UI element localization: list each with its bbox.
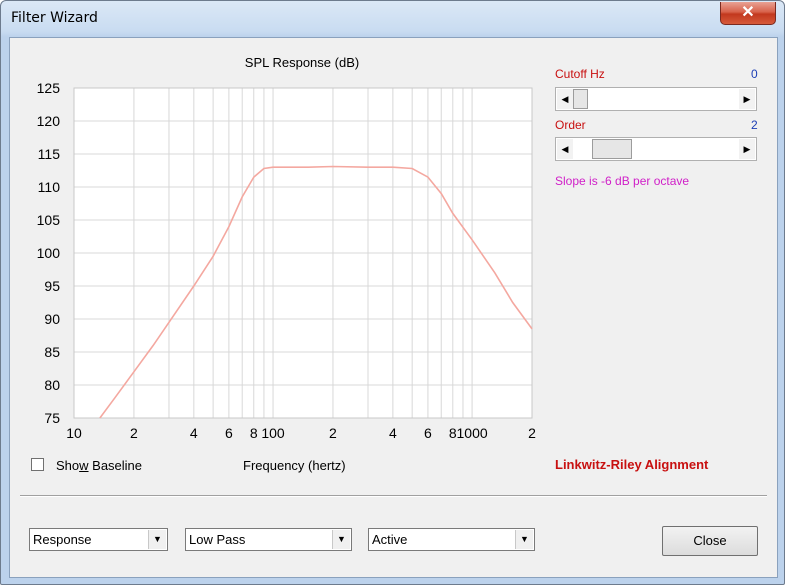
window-title: Filter Wizard [11, 10, 98, 26]
show-baseline-checkbox[interactable] [31, 458, 44, 471]
cutoff-left-arrow-icon[interactable]: ◀ [557, 89, 573, 109]
x-tick-label: 10 [66, 425, 82, 441]
dialog-client-area: SPL Response (dB) 75 80 85 90 95 100 105 110 115… [9, 37, 778, 578]
y-tick-label: 105 [37, 212, 61, 228]
order-scrollbar[interactable]: ◀ ▶ [555, 137, 757, 161]
response-mode-value: Response [33, 532, 92, 547]
cutoff-right-arrow-icon[interactable]: ▶ [739, 89, 755, 109]
filter-wizard-window: Filter Wizard ✕ SPL Response (dB) 75 80 85… [0, 0, 785, 585]
slope-text: Slope is -6 dB per octave [555, 174, 690, 188]
y-tick-label: 85 [44, 344, 60, 360]
x-tick-label: 2 [329, 425, 337, 441]
y-tick-label: 80 [44, 377, 60, 393]
x-tick-label: 4 [389, 425, 397, 441]
window-close-button[interactable]: ✕ [720, 2, 776, 25]
separator-line [20, 495, 767, 497]
x-tick-label: 100 [261, 425, 285, 441]
x-tick-label: 6 [424, 425, 432, 441]
order-value: 2 [751, 118, 758, 132]
cutoff-label: Cutoff Hz [555, 67, 605, 81]
y-tick-label: 110 [38, 179, 61, 195]
x-tick-label: 1000 [457, 425, 488, 441]
chevron-down-icon[interactable]: ▼ [332, 530, 350, 549]
cutoff-scrollbar[interactable]: ◀ ▶ [555, 87, 757, 111]
y-tick-label: 125 [37, 80, 61, 96]
y-tick-label: 95 [44, 278, 60, 294]
y-tick-label: 115 [38, 146, 61, 162]
x-tick-label: 6 [225, 425, 233, 441]
y-tick-label: 75 [44, 410, 60, 426]
circuit-type-select[interactable]: Active ▼ [368, 528, 535, 551]
response-mode-select[interactable]: Response ▼ [29, 528, 168, 551]
filter-type-select[interactable]: Low Pass ▼ [185, 528, 352, 551]
x-tick-label: 2 [528, 425, 536, 441]
order-left-arrow-icon[interactable]: ◀ [557, 139, 573, 159]
y-tick-label: 90 [44, 311, 60, 327]
x-tick-label: 4 [190, 425, 198, 441]
x-tick-label: 8 [250, 425, 258, 441]
chevron-down-icon[interactable]: ▼ [515, 530, 533, 549]
show-baseline-label[interactable]: Show Baseline [56, 458, 142, 473]
cutoff-value: 0 [751, 67, 758, 81]
close-button[interactable]: Close [662, 526, 758, 556]
order-label: Order [555, 118, 586, 132]
title-bar[interactable]: Filter Wizard ✕ [1, 1, 784, 37]
x-axis-label: Frequency (hertz) [243, 458, 346, 473]
chevron-down-icon[interactable]: ▼ [148, 530, 166, 549]
cutoff-scroll-thumb[interactable] [573, 89, 588, 109]
y-tick-label: 100 [37, 245, 61, 261]
alignment-text: Linkwitz-Riley Alignment [555, 457, 709, 472]
y-tick-label: 120 [37, 113, 61, 129]
circuit-type-value: Active [372, 532, 408, 547]
filter-type-value: Low Pass [189, 532, 246, 547]
x-tick-label: 2 [130, 425, 138, 441]
order-scroll-thumb[interactable] [592, 139, 633, 159]
order-right-arrow-icon[interactable]: ▶ [739, 139, 755, 159]
